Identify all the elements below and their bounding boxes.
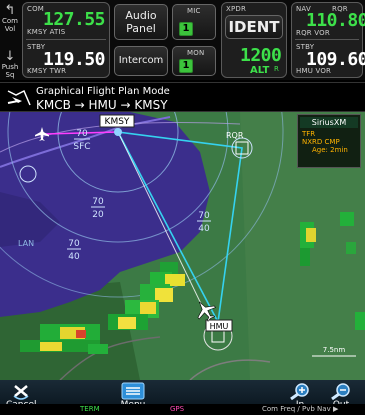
nav-active-freq[interactable]: 110.80 [306, 10, 365, 31]
push-sq-hint: ↓ Push Sq [1, 49, 19, 79]
divider [26, 39, 106, 40]
divider [295, 39, 359, 40]
intercom-button[interactable]: Intercom [114, 46, 168, 76]
hmu-label[interactable]: HMU [210, 322, 229, 331]
siriusxm-title: SiriusXM [300, 117, 358, 128]
radio-strip: ↰ Com Vol ↓ Push Sq COM 127.55 KMSY ATIS… [0, 0, 365, 80]
siriusxm-tfr: TFR [302, 130, 316, 138]
lake-label: LAN [18, 239, 34, 248]
airspace-2-bottom: 40 [198, 224, 210, 234]
siriusxm-overlay[interactable]: SiriusXM TFR NXRD CMP Age: 2min [297, 114, 361, 168]
menu-icon [121, 382, 145, 400]
flight-plan-route: KMCB → HMU → KMSY [36, 98, 168, 112]
flight-plan-banner[interactable]: Graphical Flight Plan Mode KMCB → HMU → … [0, 82, 365, 112]
xpdr-reply: R [274, 65, 279, 73]
airspace-3-top: 70 [68, 239, 80, 249]
cancel-icon [13, 385, 29, 400]
zoom-in-icon [290, 383, 309, 400]
flight-plan-icon [7, 89, 31, 106]
ident-button[interactable]: IDENT [225, 15, 283, 39]
swap-arrow-icon: ↰ [4, 3, 16, 18]
xpdr-code[interactable]: 1200 [240, 45, 282, 66]
com-active-freq[interactable]: 127.55 [43, 9, 106, 30]
audio-panel-button[interactable]: Audio Panel [114, 4, 168, 40]
xpdr-box[interactable]: XPDR IDENT 1200 ALT R [221, 2, 287, 78]
siriusxm-nxrd: NXRD CMP [302, 138, 340, 146]
rqr-label: RQR [226, 131, 244, 140]
flight-plan-mode-title: Graphical Flight Plan Mode [36, 86, 170, 97]
airspace-1-top: 70 [92, 197, 104, 207]
tab-gps[interactable]: GPS [170, 405, 184, 413]
mic-indicator: 1 [179, 22, 193, 36]
mon-indicator: 1 [179, 59, 193, 73]
mon-button[interactable]: MON 1 [172, 46, 216, 76]
knob-hint: Com Freq / Pvb Nav ▶ [262, 405, 339, 413]
mic-button[interactable]: MIC 1 [172, 4, 216, 40]
zoom-out-icon [331, 383, 350, 400]
map-range-label: 7.5nm [323, 346, 346, 354]
nav-radio-box[interactable]: NAV RQR 110.80 RQR VOR STBY 109.60 HMU V… [291, 2, 365, 78]
tab-term[interactable]: TERM [80, 405, 100, 413]
siriusxm-age: Age: 2min [312, 146, 348, 154]
kmsy-airport-icon[interactable] [114, 128, 122, 136]
push-icon: ↓ [4, 49, 16, 64]
moving-map[interactable]: KMSY RQR HMU 70 SFC 70 20 70 40 70 40 LA… [0, 112, 365, 380]
airspace-2-top: 70 [198, 211, 210, 221]
com-radio-box[interactable]: COM 127.55 KMSY ATIS STBY 119.50 KMSY TW… [22, 2, 110, 78]
kmsy-label[interactable]: KMSY [105, 117, 130, 127]
airspace-sfc-top: 70 [76, 129, 88, 139]
airspace-sfc-bottom: SFC [73, 142, 90, 152]
com-vol-hint: ↰ Com Vol [2, 3, 18, 33]
airspace-1-bottom: 20 [92, 210, 104, 220]
xpdr-alt-mode: ALT [250, 65, 270, 76]
page-tabs: TERM GPS Com Freq / Pvb Nav ▶ [0, 404, 365, 415]
airspace-3-bottom: 40 [68, 252, 80, 262]
